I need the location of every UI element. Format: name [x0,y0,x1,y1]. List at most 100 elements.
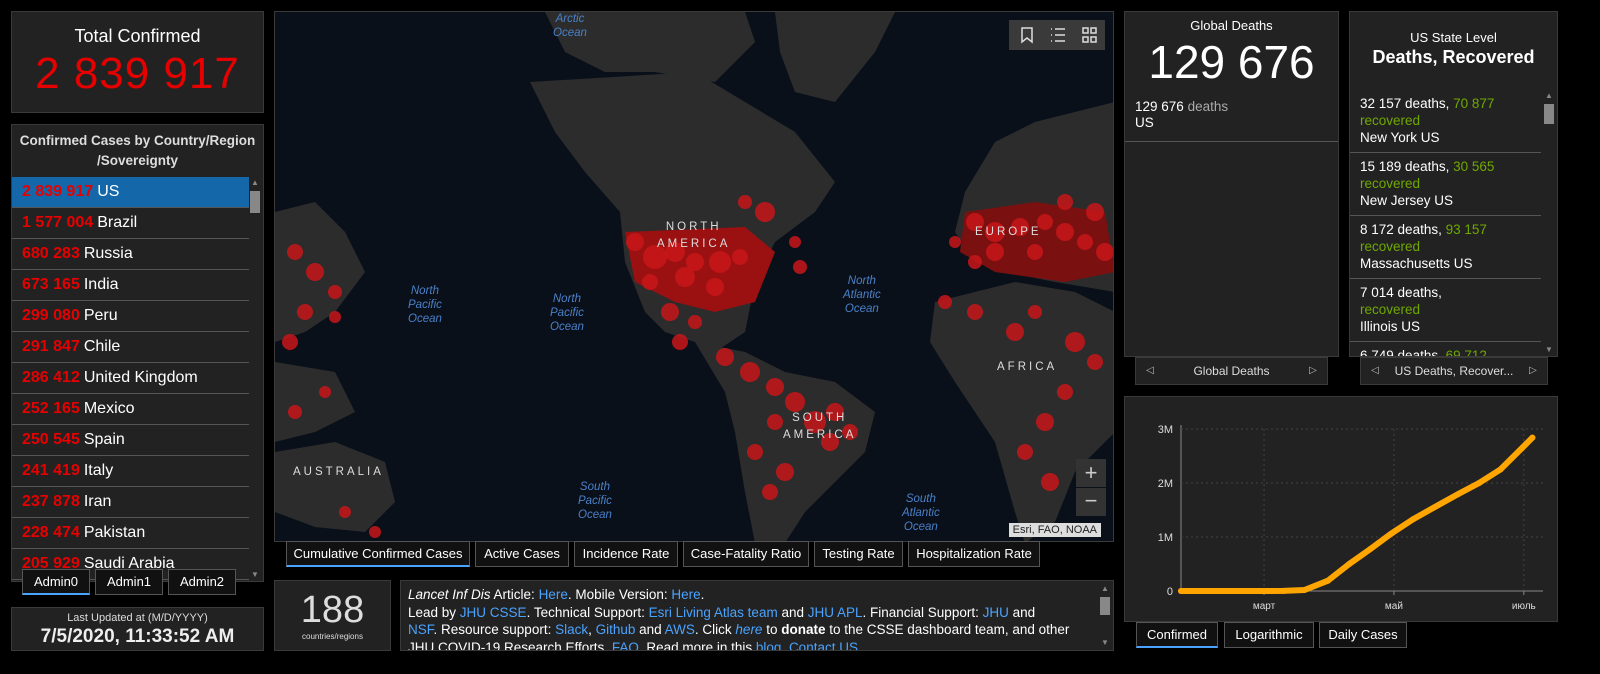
case-bubble[interactable] [369,526,381,538]
esri-living-atlas-link[interactable]: Esri Living Atlas team [649,605,778,620]
list-item[interactable]: 673 165 India [12,270,250,301]
case-bubble[interactable] [716,348,734,366]
case-bubble[interactable] [329,311,341,323]
data-point[interactable] [1229,588,1236,594]
zoom-in-button[interactable]: + [1076,459,1106,487]
case-bubble[interactable] [288,405,302,419]
list-item[interactable]: 299 080 Peru [12,301,250,332]
data-point[interactable] [1388,530,1395,537]
chevron-left-icon[interactable]: ◁ [1365,358,1385,384]
case-bubble[interactable] [675,267,695,287]
case-bubble[interactable] [1006,323,1024,341]
case-bubble[interactable] [1086,203,1104,221]
tab-admin2[interactable]: Admin2 [168,569,236,595]
case-bubble[interactable] [1036,413,1054,431]
list-item[interactable]: 250 545 Spain [12,425,250,456]
data-point[interactable] [1346,561,1353,567]
case-bubble[interactable] [688,315,702,329]
data-point[interactable] [1476,480,1483,486]
donate-here-link[interactable]: here [735,622,762,637]
case-bubble[interactable] [306,263,324,281]
data-point[interactable] [1261,587,1268,594]
case-bubble[interactable] [328,285,342,299]
confirmed-series-line[interactable] [1178,434,1536,594]
data-point[interactable] [1324,577,1331,584]
case-bubble[interactable] [1056,223,1074,241]
case-bubble[interactable] [747,444,763,460]
case-bubble[interactable] [762,484,778,500]
scroll-up-icon[interactable]: ▲ [1543,90,1555,102]
scroll-down-icon[interactable]: ▼ [1543,344,1555,356]
list-item[interactable]: 228 474 Pakistan [12,518,250,549]
scroll-thumb[interactable] [250,191,260,213]
scroll-down-icon[interactable]: ▼ [249,569,261,581]
list-item[interactable]: 286 412 United Kingdom [12,363,250,394]
case-bubble[interactable] [949,236,961,248]
case-bubble[interactable] [732,249,748,265]
data-point[interactable] [1199,588,1206,594]
case-bubble[interactable] [661,303,679,321]
case-bubble[interactable] [1077,234,1093,250]
case-bubble[interactable] [672,334,688,350]
case-bubble[interactable] [938,295,952,309]
zoom-out-button[interactable]: − [1076,488,1106,516]
scroll-up-icon[interactable]: ▲ [249,177,261,189]
map-canvas[interactable] [275,12,1114,542]
case-bubble[interactable] [968,255,982,269]
case-bubble[interactable] [1028,305,1042,319]
case-bubble[interactable] [1027,244,1043,260]
lancet-article-link[interactable]: Here [539,587,568,602]
bookmark-icon[interactable] [1021,27,1033,44]
world-map[interactable]: Arctic Ocean North Pacific Ocean North Pacif… [274,11,1114,542]
data-point[interactable] [1410,516,1417,523]
case-bubble[interactable] [1087,354,1103,370]
case-bubble[interactable] [1096,243,1114,261]
tab-hospitalization-rate[interactable]: Hospitalization Rate [908,541,1040,567]
scroll-down-icon[interactable]: ▼ [1099,637,1111,649]
case-bubble[interactable] [626,233,644,251]
case-bubble[interactable] [785,392,805,412]
list-item[interactable]: 291 847 Chile [12,332,250,363]
basemap-gallery-icon[interactable] [1082,27,1097,43]
chevron-left-icon[interactable]: ◁ [1140,358,1160,384]
data-point[interactable] [1518,445,1525,452]
tab-admin1[interactable]: Admin1 [95,569,163,595]
list-item[interactable]: 252 165 Mexico [12,394,250,425]
tab-testing-rate[interactable]: Testing Rate [814,541,903,567]
list-item[interactable]: 241 419 Italy [12,456,250,487]
jhu-csse-link[interactable]: JHU CSSE [460,605,527,620]
tab-active-cases[interactable]: Active Cases [475,541,569,567]
data-point[interactable] [1497,466,1504,473]
faq-link[interactable]: FAQ [612,640,639,651]
case-bubble[interactable] [755,202,775,222]
case-bubble[interactable] [793,260,807,274]
github-link[interactable]: Github [596,622,636,637]
data-point[interactable] [1431,504,1438,511]
jhu-apl-link[interactable]: JHU APL [808,605,863,620]
case-bubble[interactable] [297,304,313,320]
case-bubble[interactable] [282,334,298,350]
case-bubble[interactable] [767,414,783,430]
case-bubble[interactable] [738,195,752,209]
list-item[interactable]: 237 878 Iran [12,487,250,518]
contact-us-link[interactable]: Contact US [789,640,858,651]
confirmed-line-chart[interactable]: 0 1M 2M 3M март май июль [1125,397,1559,623]
list-item[interactable]: 15 189 deaths, 30 565 recovered New Jersey… [1350,153,1541,216]
legend-list-icon[interactable] [1051,28,1065,42]
data-point[interactable] [1367,545,1374,552]
country-list-scrollbar[interactable]: ▲ ▼ [249,177,261,581]
case-bubble[interactable] [1017,444,1033,460]
slack-link[interactable]: Slack [555,622,588,637]
country-list[interactable]: 2 839 917 US 1 577 004 Brazil 680 283 Russia 6… [12,177,250,581]
tab-cumulative-confirmed[interactable]: Cumulative Confirmed Cases [286,541,470,567]
info-scrollbar[interactable]: ▲ ▼ [1099,583,1111,649]
tab-incidence-rate[interactable]: Incidence Rate [574,541,678,567]
list-item[interactable]: 32 157 deaths, 70 877 recovered New York U… [1350,90,1541,153]
blog-link[interactable]: blog [756,640,782,651]
jhu-link[interactable]: JHU [983,605,1009,620]
chevron-right-icon[interactable]: ▷ [1523,358,1543,384]
case-bubble[interactable] [287,244,303,260]
mobile-version-link[interactable]: Here [671,587,700,602]
tab-admin0[interactable]: Admin0 [22,569,90,595]
list-item[interactable]: 2 839 917 US [12,177,250,208]
